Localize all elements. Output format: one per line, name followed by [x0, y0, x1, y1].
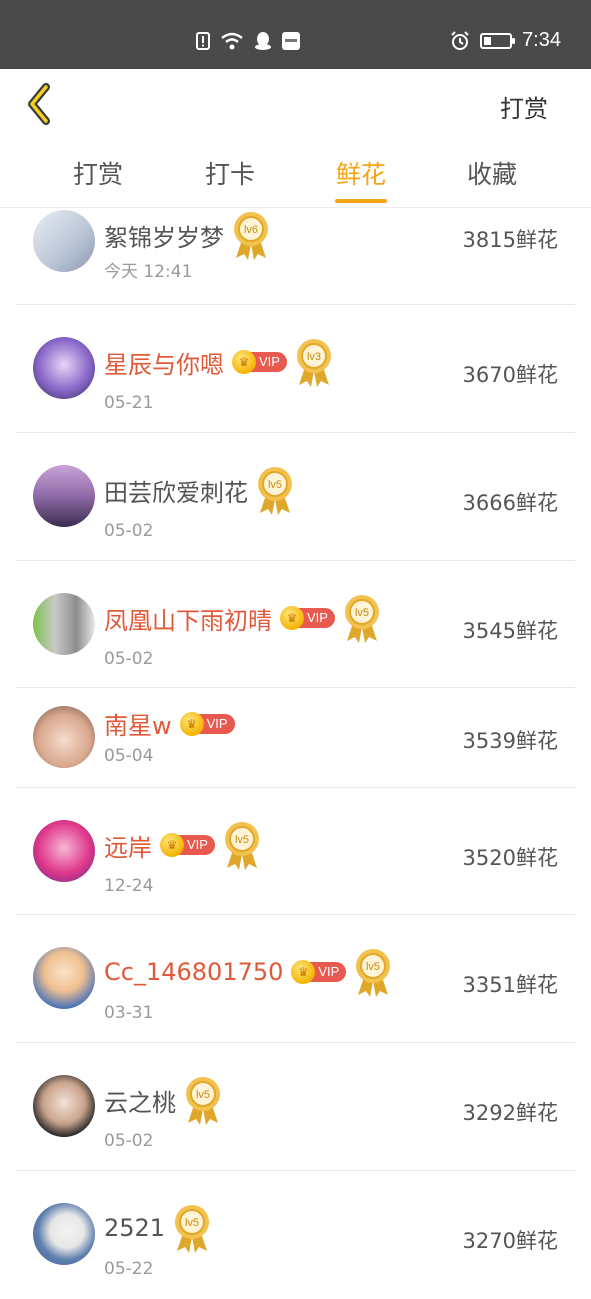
- user-name: 2521: [104, 1214, 166, 1242]
- nav-bar: 打赏: [0, 69, 591, 139]
- vip-badge: ♛ VIP: [179, 711, 235, 736]
- svg-text:lv5: lv5: [268, 479, 282, 491]
- flower-count: 3520鲜花: [462, 846, 558, 870]
- notification-icons: [196, 31, 300, 51]
- flower-count: 3270鲜花: [462, 1229, 558, 1253]
- svg-text:lv5: lv5: [366, 961, 380, 973]
- tab-flowers[interactable]: 鲜花: [311, 155, 411, 191]
- system-status: 7:34: [450, 29, 561, 52]
- list-item[interactable]: 星辰与你嗯 ♛ VIP lv3 05-21 3670鲜花: [16, 305, 575, 433]
- wifi-icon: [221, 32, 243, 50]
- svg-text:lv3: lv3: [307, 351, 321, 363]
- timestamp: 12-24: [104, 876, 154, 896]
- flower-count: 3539鲜花: [462, 729, 558, 753]
- svg-text:lv6: lv6: [244, 224, 258, 236]
- avatar: [33, 337, 95, 399]
- timestamp: 05-02: [104, 521, 154, 541]
- level-medal-icon: lv5: [186, 1077, 220, 1125]
- list-item[interactable]: 絮锦岁岁梦 lv6 今天 12:41 3815鲜花: [16, 200, 575, 305]
- crown-icon: ♛: [179, 711, 204, 736]
- timestamp: 03-31: [104, 1003, 154, 1023]
- status-bar: 7:34: [0, 0, 591, 69]
- avatar: [33, 947, 95, 1009]
- crown-icon: ♛: [280, 606, 304, 630]
- user-name: 絮锦岁岁梦: [104, 223, 224, 252]
- timestamp: 今天 12:41: [104, 262, 193, 282]
- sms-icon: [282, 32, 300, 50]
- timestamp: 05-02: [104, 1131, 154, 1151]
- user-name: Cc_146801750: [104, 958, 284, 986]
- alert-icon: [196, 32, 210, 50]
- vip-badge: ♛ VIP: [280, 606, 335, 630]
- avatar: [33, 210, 95, 272]
- avatar: [33, 593, 95, 655]
- flower-count: 3292鲜花: [462, 1101, 558, 1125]
- avatar: [33, 820, 95, 882]
- svg-text:lv5: lv5: [196, 1089, 210, 1101]
- vip-badge: ♛ VIP: [160, 833, 215, 857]
- level-medal-icon: lv5: [344, 595, 379, 643]
- alarm-icon: [451, 30, 469, 50]
- level-medal-icon: lv5: [356, 949, 391, 997]
- user-name: 南星w: [104, 712, 172, 740]
- svg-text:lv5: lv5: [235, 834, 249, 846]
- flower-count: 3815鲜花: [462, 228, 558, 252]
- list-item[interactable]: 远岸 ♛ VIP lv5 12-24 3520鲜花: [16, 788, 575, 915]
- timestamp: 05-04: [104, 746, 154, 766]
- level-medal-icon: lv3: [296, 339, 331, 387]
- tab-checkin[interactable]: 打卡: [180, 155, 280, 191]
- battery-icon: [480, 32, 516, 49]
- crown-icon: ♛: [160, 833, 184, 857]
- level-medal-icon: lv5: [175, 1205, 210, 1253]
- user-name: 田芸欣爱刺花: [104, 478, 248, 507]
- user-name: 星辰与你嗯: [104, 350, 224, 379]
- level-medal-icon: lv6: [234, 212, 268, 260]
- clock: 7:34: [522, 29, 561, 51]
- vip-badge: ♛ VIP: [232, 350, 287, 374]
- avatar: [33, 465, 95, 527]
- flower-count: 3666鲜花: [462, 491, 558, 515]
- user-name: 云之桃: [104, 1088, 176, 1117]
- nav-title-reward: 打赏: [500, 95, 548, 123]
- user-name: 凤凰山下雨初晴: [104, 606, 272, 635]
- qq-icon: [255, 32, 271, 50]
- level-medal-icon: lv5: [224, 822, 259, 870]
- tab-bar: 打赏 打卡 鲜花 收藏: [0, 139, 591, 208]
- list-item[interactable]: 南星w ♛ VIP 05-04 3539鲜花: [16, 688, 575, 788]
- flower-count: 3545鲜花: [462, 619, 558, 643]
- avatar: [33, 706, 95, 768]
- tab-favorites[interactable]: 收藏: [442, 155, 542, 191]
- chevron-left-icon[interactable]: [22, 81, 62, 127]
- svg-text:lv5: lv5: [355, 607, 369, 619]
- svg-text:lv5: lv5: [185, 1217, 199, 1229]
- avatar: [33, 1203, 95, 1265]
- crown-icon: ♛: [232, 350, 256, 374]
- vip-badge: ♛ VIP: [291, 960, 347, 984]
- avatar: [33, 1075, 95, 1137]
- flower-count: 3670鲜花: [462, 363, 558, 387]
- list-item[interactable]: 凤凰山下雨初晴 ♛ VIP lv5 05-02 3545鲜花: [16, 561, 575, 688]
- tab-reward[interactable]: 打赏: [48, 155, 148, 191]
- timestamp: 05-02: [104, 649, 154, 669]
- timestamp: 05-22: [104, 1259, 154, 1279]
- list-item[interactable]: 云之桃 lv5 05-02 3292鲜花: [16, 1043, 575, 1171]
- flower-count: 3351鲜花: [462, 973, 558, 997]
- list-item[interactable]: 田芸欣爱刺花 lv5 05-02 3666鲜花: [16, 433, 575, 561]
- level-medal-icon: lv5: [258, 467, 292, 515]
- list-item[interactable]: Cc_146801750 ♛ VIP lv5 03-31 3351鲜花: [16, 915, 575, 1043]
- user-name: 远岸: [104, 833, 152, 862]
- timestamp: 05-21: [104, 393, 154, 413]
